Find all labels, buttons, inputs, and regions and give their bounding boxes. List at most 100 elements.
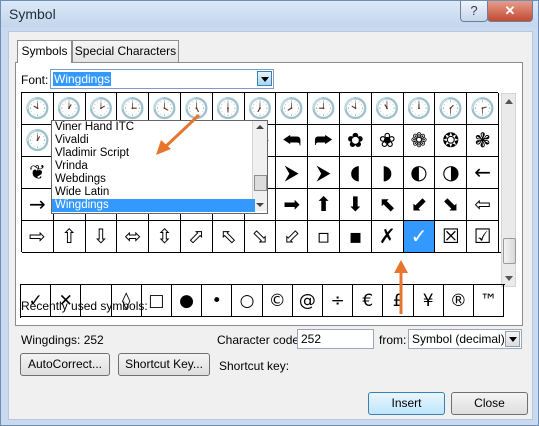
scroll-up-icon[interactable] (505, 99, 513, 104)
symbol-cell[interactable]: ⮫ (308, 125, 340, 157)
symbol-cell[interactable]: → (22, 189, 54, 221)
grid-scrollbar[interactable] (501, 93, 516, 287)
tab-symbols[interactable]: Symbols (17, 40, 72, 63)
font-dropdown-item[interactable]: Vrinda (52, 160, 255, 173)
dialog-body: Symbols Special Characters Font: Wingdin… (8, 31, 533, 420)
symbol-cell[interactable]: 🕛 (403, 93, 436, 125)
symbol-cell[interactable]: ➡ (276, 189, 309, 221)
symbol-cell[interactable]: ✗ (371, 221, 404, 253)
symbol-cell[interactable]: ▫ (308, 221, 340, 253)
symbol-cell[interactable]: 🕘 (308, 93, 340, 125)
symbol-cell-selected[interactable]: ✓ (403, 221, 436, 253)
recent-symbol-cell[interactable]: ™ (474, 285, 505, 317)
shortcut-key-button[interactable]: Shortcut Key... (118, 353, 210, 376)
symbol-cell[interactable]: ⇩ (85, 221, 118, 253)
recent-symbol-cell[interactable]: □ (141, 285, 172, 317)
title-bar: Symbol ? ✕ (1, 1, 538, 27)
symbol-cell[interactable]: ⬋ (403, 189, 436, 221)
symbol-cell[interactable]: 🕙 (340, 93, 372, 125)
symbol-cell[interactable]: ◐ (403, 157, 436, 189)
from-select[interactable]: Symbol (decimal) (408, 329, 522, 349)
scroll-up-icon[interactable] (256, 125, 264, 129)
symbol-cell[interactable]: ⬊ (435, 189, 468, 221)
recent-symbol-cell[interactable]: ● (172, 285, 203, 317)
symbol-cell[interactable]: ⬂ (244, 221, 277, 253)
recent-symbol-cell[interactable]: ® (443, 285, 474, 317)
recent-symbol-cell[interactable] (81, 285, 112, 317)
recent-symbol-cell[interactable]: ✕ (51, 285, 82, 317)
recent-symbol-cell[interactable]: ◊ (111, 285, 142, 317)
symbol-cell[interactable]: ◑ (435, 157, 468, 189)
symbol-cell[interactable]: ☒ (435, 221, 468, 253)
font-dropdown-item[interactable]: Wingdings (52, 199, 255, 212)
character-name: Wingdings: 252 (21, 333, 104, 347)
symbol-cell[interactable]: ⇧ (53, 221, 86, 253)
symbol-cell[interactable]: ⬁ (212, 221, 245, 253)
symbol-cell[interactable]: 🕐 (22, 125, 54, 157)
symbol-cell[interactable]: ❦ (22, 157, 54, 189)
symbol-cell[interactable]: ⮞ (276, 157, 309, 189)
tab-special-characters[interactable]: Special Characters (72, 40, 179, 62)
symbol-cell[interactable]: ⬉ (371, 189, 404, 221)
recent-symbols-row: ✓ ✕ ◊ □ ● • ○ © @ ÷ € £ ¥ ® ™ (20, 284, 505, 318)
symbol-cell[interactable]: ⬇ (340, 189, 372, 221)
symbol-cell[interactable]: ⮪ (276, 125, 309, 157)
font-combobox-value: Wingdings (53, 72, 112, 86)
scroll-down-icon[interactable] (505, 276, 513, 281)
font-dropdown-item[interactable]: Vivaldi (52, 134, 255, 147)
font-label: Font: (21, 73, 49, 87)
symbol-cell[interactable]: 🕗 (276, 93, 309, 125)
symbol-cell[interactable]: ⮞ (308, 157, 340, 189)
recent-symbol-cell[interactable]: € (353, 285, 384, 317)
symbol-cell[interactable]: ❁ (403, 125, 436, 157)
symbol-cell[interactable]: ⬃ (276, 221, 309, 253)
autocorrect-button[interactable]: AutoCorrect... (20, 353, 110, 376)
recent-symbol-cell[interactable]: @ (292, 285, 323, 317)
symbol-cell[interactable]: ⬀ (181, 221, 213, 253)
recent-symbol-cell[interactable]: ✓ (21, 285, 52, 317)
font-dropdown-list: Viner Hand ITC Vivaldi Vladimir Script Vrin… (51, 120, 268, 214)
font-dropdown-item[interactable]: Wide Latin (52, 186, 255, 199)
symbol-cell[interactable]: ◗ (371, 157, 404, 189)
recent-symbol-cell[interactable]: ¥ (413, 285, 444, 317)
symbol-cell[interactable]: ✿ (340, 125, 372, 157)
symbol-cell[interactable]: ⇦ (467, 189, 499, 221)
close-window-button[interactable]: ✕ (487, 1, 533, 22)
recent-symbol-cell[interactable]: • (202, 285, 233, 317)
symbol-cell[interactable]: ❀ (371, 125, 404, 157)
dropdown-scrollbar-thumb[interactable] (254, 175, 267, 191)
symbol-cell[interactable]: ❃ (467, 125, 499, 157)
symbol-cell[interactable]: 🕙 (22, 93, 54, 125)
symbol-cell[interactable]: 🕝 (467, 93, 499, 125)
font-dropdown-item[interactable]: Viner Hand ITC (52, 121, 255, 134)
symbol-cell[interactable]: ▪ (340, 221, 372, 253)
character-code-input[interactable]: 252 (297, 329, 374, 349)
recent-symbol-cell[interactable]: £ (383, 285, 414, 317)
font-combobox[interactable]: Wingdings (50, 69, 274, 89)
symbol-cell[interactable]: ◖ (340, 157, 372, 189)
symbol-cell[interactable]: ☑ (467, 221, 499, 253)
symbol-cell[interactable]: ❂ (435, 125, 468, 157)
scroll-down-icon[interactable] (256, 203, 264, 207)
symbol-cell[interactable]: ⬄ (117, 221, 150, 253)
scrollbar-thumb[interactable] (503, 238, 516, 264)
character-code-label: Character code: (217, 333, 303, 347)
symbol-cell[interactable]: ⬆ (308, 189, 340, 221)
insert-button[interactable]: Insert (368, 392, 445, 415)
font-dropdown-item[interactable]: Vladimir Script (52, 147, 255, 160)
chevron-down-icon[interactable] (505, 331, 520, 347)
recent-symbol-cell[interactable]: ○ (232, 285, 263, 317)
close-button[interactable]: Close (451, 392, 528, 415)
recent-symbol-cell[interactable]: ÷ (323, 285, 354, 317)
recent-symbol-cell[interactable]: © (262, 285, 293, 317)
chevron-down-icon[interactable] (257, 71, 272, 86)
symbol-cell[interactable]: ⇨ (22, 221, 54, 253)
symbol-cell[interactable]: ⇳ (149, 221, 181, 253)
symbol-cell[interactable]: ← (467, 157, 499, 189)
symbol-cell[interactable]: 🕚 (371, 93, 404, 125)
font-dropdown-item[interactable]: Webdings (52, 173, 255, 186)
symbol-cell[interactable]: 🕜 (435, 93, 468, 125)
from-select-value: Symbol (decimal) (412, 332, 505, 346)
from-label: from: (379, 333, 407, 347)
help-button[interactable]: ? (460, 1, 488, 22)
